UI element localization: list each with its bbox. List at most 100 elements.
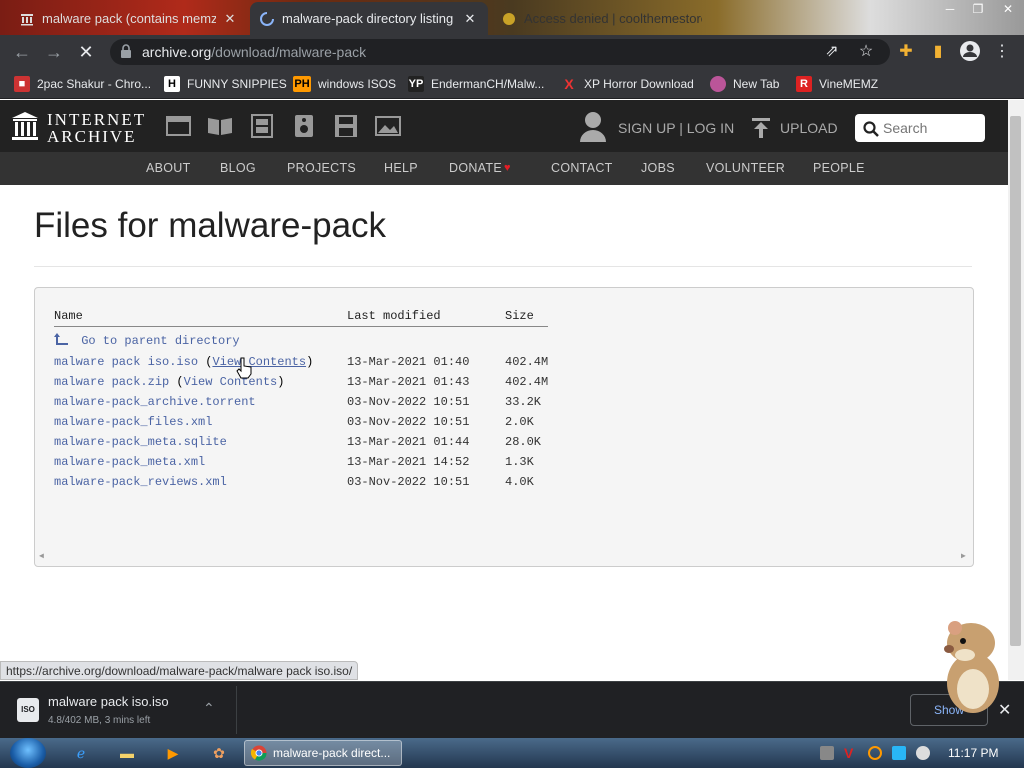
browser-toolbar: ← → ✕ archive.org/download/malware-pack … — [0, 35, 1024, 69]
tray-search-icon[interactable] — [868, 746, 882, 760]
back-arrow-icon[interactable]: ← — [10, 40, 34, 64]
ia-logo-icon[interactable] — [10, 110, 40, 142]
bookmark-xp-horror[interactable]: X XP Horror Download — [561, 75, 694, 93]
scroll-right-icon[interactable]: ▶ — [961, 551, 966, 561]
tab-directory-listing[interactable]: malware-pack directory listing ✕ — [250, 2, 488, 35]
hamster-mascot-image — [935, 615, 1010, 715]
file-date: 13-Mar-2021 14:52 — [347, 455, 470, 469]
url-text[interactable]: archive.org/download/malware-pack — [142, 44, 366, 60]
bookmark-funny-snippies[interactable]: H FUNNY SNIPPIES — [164, 75, 287, 93]
video-film-icon[interactable] — [249, 114, 275, 138]
restore-icon[interactable]: ❐ — [964, 0, 992, 18]
tray-antivirus-icon[interactable]: V — [844, 746, 858, 760]
tray-app-icon[interactable] — [820, 746, 834, 760]
nav-projects[interactable]: PROJECTS — [287, 161, 356, 175]
download-filename[interactable]: malware pack iso.iso — [48, 694, 169, 709]
file-row: malware pack.zip (View Contents) 13-Mar-… — [35, 375, 635, 395]
file-row: malware-pack_files.xml 03-Nov-2022 10:51… — [35, 415, 635, 435]
chevron-up-icon[interactable]: ⌃ — [203, 700, 215, 717]
nav-contact[interactable]: CONTACT — [551, 161, 613, 175]
user-avatar-icon[interactable] — [578, 110, 608, 144]
share-icon[interactable]: ⇗ — [820, 40, 844, 64]
nav-volunteer[interactable]: VOLUNTEER — [706, 161, 785, 175]
divider — [236, 686, 237, 734]
file-date: 13-Mar-2021 01:40 — [347, 355, 470, 369]
page-viewport: INTERNET ARCHIVE SIGN UP | LOG IN UPLOAD … — [0, 100, 1008, 680]
side-panel-icon[interactable]: ▮ — [926, 40, 950, 64]
address-bar[interactable]: archive.org/download/malware-pack ⇗ ☆ — [110, 39, 890, 65]
bookmark-windows-isos[interactable]: PH windows ISOS — [293, 75, 396, 93]
scroll-left-icon[interactable]: ◀ — [39, 551, 44, 561]
nav-blog[interactable]: BLOG — [220, 161, 256, 175]
tab-access-denied[interactable]: Access denied | coolthemestore — [492, 2, 712, 35]
nav-donate[interactable]: DONATE — [449, 161, 502, 175]
search-icon — [863, 121, 879, 142]
start-button-icon[interactable] — [10, 738, 46, 768]
file-size: 2.0K — [505, 415, 534, 429]
bookmark-2pac[interactable]: ■ 2pac Shakur - Chro... — [14, 75, 151, 93]
nav-about[interactable]: ABOUT — [146, 161, 191, 175]
ia-search-box[interactable] — [855, 114, 985, 142]
tab-malware-pack-memz[interactable]: malware pack (contains memz) - ✕ — [10, 2, 248, 35]
header-size: Size — [505, 309, 534, 323]
close-icon[interactable]: ✕ — [222, 11, 238, 27]
window-close-icon[interactable]: ✕ — [994, 0, 1022, 18]
taskbar-clock[interactable]: 11:17 PM — [948, 746, 998, 760]
nav-people[interactable]: PEOPLE — [813, 161, 865, 175]
forward-arrow-icon[interactable]: → — [42, 40, 66, 64]
file-link[interactable]: malware-pack_archive.torrent — [54, 395, 256, 409]
profile-avatar-icon[interactable] — [958, 40, 982, 64]
download-progress: 4.8/402 MB, 3 mins left — [48, 715, 151, 726]
ia-header: INTERNET ARCHIVE SIGN UP | LOG IN UPLOAD — [0, 100, 1008, 152]
bookmark-new-tab[interactable]: New Tab — [710, 75, 779, 93]
file-link[interactable]: malware-pack_meta.xml — [54, 455, 205, 469]
file-date: 13-Mar-2021 01:43 — [347, 375, 470, 389]
signup-login-link[interactable]: SIGN UP | LOG IN — [618, 120, 734, 136]
file-row: malware pack iso.iso (View Contents) 13-… — [35, 355, 635, 375]
file-link[interactable]: malware pack.zip — [54, 375, 169, 389]
file-link[interactable]: malware-pack_files.xml — [54, 415, 212, 429]
software-disk-icon[interactable] — [333, 114, 359, 138]
media-player-icon[interactable]: ▶ — [158, 741, 188, 765]
file-size: 1.3K — [505, 455, 534, 469]
images-photo-icon[interactable] — [375, 114, 401, 138]
view-contents-link[interactable]: View Contents — [212, 355, 306, 369]
scrollbar-thumb[interactable] — [1010, 116, 1021, 646]
bookmark-label: FUNNY SNIPPIES — [187, 77, 287, 91]
tray-volume-icon[interactable] — [916, 746, 930, 760]
extensions-puzzle-icon[interactable]: ✚ — [894, 40, 918, 64]
bookmark-vinememz[interactable]: R VineMEMZ — [796, 75, 878, 93]
nav-jobs[interactable]: JOBS — [641, 161, 675, 175]
divider — [34, 266, 972, 267]
upload-link[interactable]: UPLOAD — [780, 120, 838, 136]
x-icon: X — [564, 76, 574, 92]
file-size: 402.4M — [505, 375, 549, 389]
file-link[interactable]: malware pack iso.iso — [54, 355, 198, 369]
file-link[interactable]: malware-pack_reviews.xml — [54, 475, 227, 489]
explorer-folder-icon[interactable]: ▬ — [112, 741, 142, 765]
file-link[interactable]: malware-pack_meta.sqlite — [54, 435, 227, 449]
ia-wordmark[interactable]: INTERNET ARCHIVE — [47, 111, 146, 145]
internet-explorer-icon[interactable]: ℯ — [66, 741, 96, 765]
search-input[interactable] — [883, 119, 979, 137]
parent-directory-link[interactable]: Go to parent directory — [54, 332, 240, 348]
web-icon[interactable] — [166, 114, 192, 138]
paint-icon[interactable]: ✿ — [204, 741, 234, 765]
audio-speaker-icon[interactable] — [291, 114, 317, 138]
bookmark-endermanch[interactable]: YP EndermanCH/Malw... — [408, 75, 544, 93]
file-row: malware-pack_archive.torrent 03-Nov-2022… — [35, 395, 635, 415]
bookmark-label: XP Horror Download — [584, 77, 694, 91]
view-contents-link[interactable]: View Contents — [184, 375, 278, 389]
bookmark-star-icon[interactable]: ☆ — [854, 40, 878, 64]
menu-kebab-icon[interactable]: ⋮ — [990, 40, 1014, 64]
close-icon[interactable]: ✕ — [462, 11, 478, 27]
upload-arrow-icon[interactable] — [750, 116, 772, 140]
url-path: /download/malware-pack — [211, 44, 367, 60]
minimize-icon[interactable]: ─ — [936, 0, 964, 18]
stop-loading-icon[interactable]: ✕ — [74, 40, 98, 64]
texts-book-icon[interactable] — [207, 114, 233, 138]
nav-help[interactable]: HELP — [384, 161, 418, 175]
tray-network-icon[interactable] — [892, 746, 906, 760]
file-entry: malware-pack_meta.sqlite — [54, 435, 227, 449]
taskbar-chrome-button[interactable]: malware-pack direct... — [244, 740, 402, 766]
